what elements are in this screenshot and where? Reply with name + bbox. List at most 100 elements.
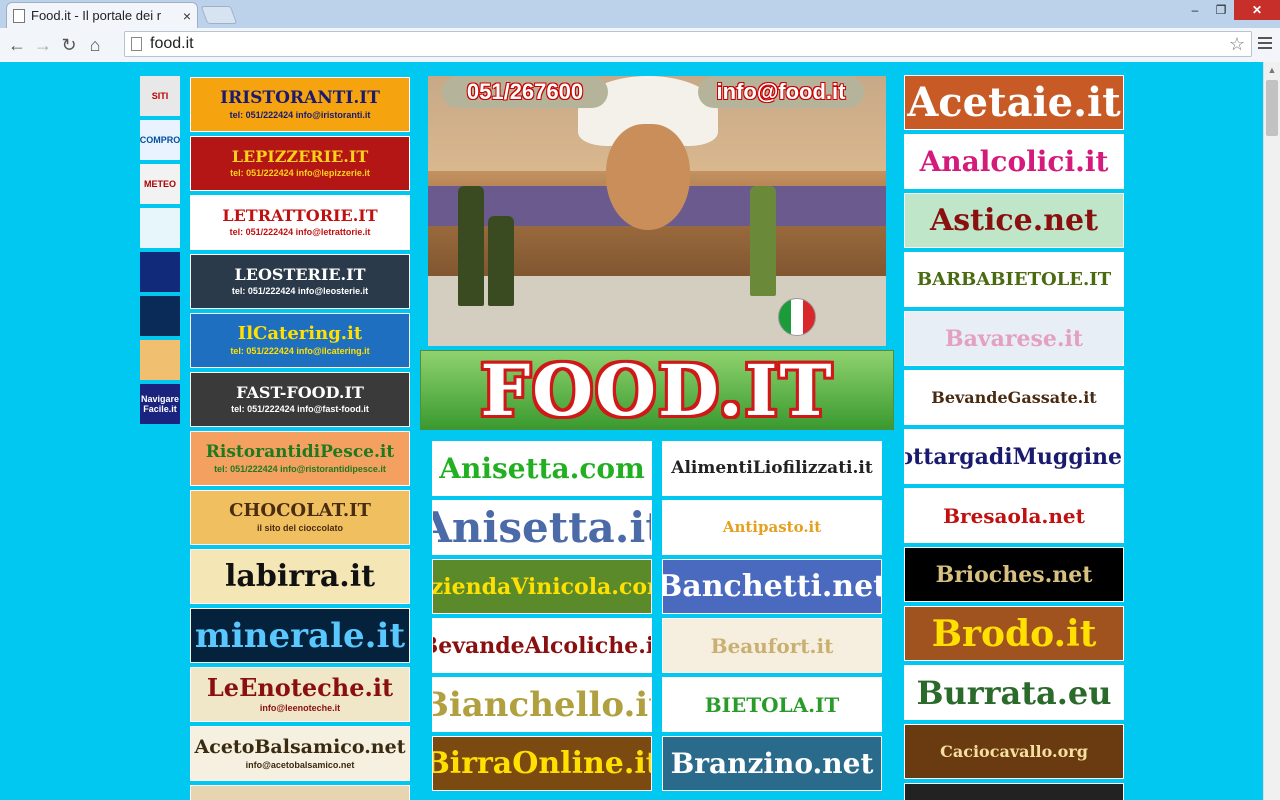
scrollbar-thumb[interactable]: [1266, 80, 1278, 136]
banner-lepizzerie[interactable]: LEPIZZERIE.IT tel: 051/222424 info@lepizz…: [190, 136, 410, 191]
banner-title: Antipasto.it: [722, 518, 822, 536]
banner-barbabietole[interactable]: BARBABIETOLE.IT: [904, 252, 1124, 307]
scroll-up-icon[interactable]: ▲: [1264, 62, 1280, 78]
banner-partial-right[interactable]: CACIOTTA.IT: [904, 783, 1124, 800]
banner-acetaie[interactable]: Acetaie.it: [904, 75, 1124, 130]
banner-aziendavinicola[interactable]: AziendaVinicola.com: [432, 559, 652, 614]
side-link-icon[interactable]: SITI: [140, 76, 180, 116]
banner-burrata[interactable]: Burrata.eu: [904, 665, 1124, 720]
banner-banchetti[interactable]: Banchetti.net: [662, 559, 882, 614]
banner-subtitle: info@leenoteche.it: [259, 703, 341, 713]
banner-subtitle: info@acetobalsamico.net: [245, 759, 355, 770]
banner-iristoranti[interactable]: IRISTORANTI.IT tel: 051/222424 info@irist…: [190, 77, 410, 132]
banner-title: AziendaVinicola.com: [432, 573, 651, 600]
back-icon[interactable]: ←: [4, 32, 30, 58]
side-link-icon[interactable]: [140, 252, 180, 292]
banner-title: Banchetti.net: [662, 568, 882, 604]
banner-title: Branzino.net: [670, 746, 874, 780]
menu-icon[interactable]: [1258, 37, 1272, 52]
banner-ristorantidipesce[interactable]: RistorantidiPesce.it tel: 051/222424 info…: [190, 431, 410, 486]
side-link-icon[interactable]: [140, 296, 180, 336]
banner-brodo[interactable]: Brodo.it: [904, 606, 1124, 661]
banner-acetobalsamico[interactable]: AcetoBalsamico.net info@acetobalsamico.ne…: [190, 726, 410, 781]
side-link-icon[interactable]: [140, 340, 180, 380]
banner-minerale[interactable]: minerale.it: [190, 608, 410, 663]
banner-subtitle: tel: 051/222424 info@lepizzerie.it: [230, 168, 370, 178]
browser-tab[interactable]: Food.it - Il portale dei r ×: [6, 2, 198, 28]
banner-branzino[interactable]: Branzino.net: [662, 736, 882, 791]
banner-astice[interactable]: Astice.net: [904, 193, 1124, 248]
banner-caciocavallo[interactable]: Caciocavallo.org: [904, 724, 1124, 779]
banner-bevandegassate[interactable]: BevandeGassate.it: [904, 370, 1124, 425]
tab-title: Food.it - Il portale dei r: [31, 8, 162, 23]
italian-flag-icon: [778, 298, 816, 336]
banner-brioches[interactable]: Brioches.net: [904, 547, 1124, 602]
banner-title: Analcolici.it: [919, 144, 1109, 178]
banner-title: minerale.it: [194, 615, 406, 656]
hero-chef-image: 051/267600 info@food.it: [428, 76, 886, 346]
reload-icon[interactable]: ↻: [56, 32, 82, 58]
side-link-icon[interactable]: [140, 208, 180, 248]
banner-title: CHOCOLAT.IT: [229, 500, 371, 521]
banner-chocolat[interactable]: CHOCOLAT.IT il sito del cioccolato: [190, 490, 410, 545]
banner-subtitle: tel: 051/222424 info@ristorantidipesce.i…: [214, 463, 386, 474]
banner-bottargadimuggine[interactable]: BottargadiMuggine.it: [904, 429, 1124, 484]
bookmark-star-icon[interactable]: ☆: [1229, 34, 1245, 55]
home-icon[interactable]: ⌂: [82, 32, 108, 58]
banner-bietola[interactable]: BIETOLA.IT: [662, 677, 882, 732]
side-link-icon[interactable]: Navigare Facile.it: [140, 384, 180, 424]
forward-icon[interactable]: →: [30, 32, 56, 58]
banner-alimentiliofilizzati[interactable]: AlimentiLiofilizzati.it: [662, 441, 882, 496]
tab-close-icon[interactable]: ×: [183, 8, 191, 24]
url-text[interactable]: food.it: [150, 35, 1229, 53]
food-it-logo[interactable]: FOOD.IT: [420, 348, 894, 432]
banner-anisetta-com[interactable]: Anisetta.com: [432, 441, 652, 496]
restore-button[interactable]: ❐: [1208, 0, 1234, 20]
banner-leenoteche[interactable]: LeEnoteche.it info@leenoteche.it: [190, 667, 410, 722]
banner-title: Bavarese.it: [944, 325, 1084, 352]
banner-title: FAST-FOOD.IT: [236, 383, 364, 402]
minimize-button[interactable]: –: [1182, 0, 1208, 20]
banner-bresaola[interactable]: Bresaola.net: [904, 488, 1124, 543]
side-icon-column: SITI COMPRO METEO Navigare Facile.it: [140, 76, 180, 428]
banner-title: Beaufort.it: [710, 633, 834, 658]
banner-bevandealcoliche[interactable]: BevandeAlcoliche.it: [432, 618, 652, 673]
window-close-button[interactable]: ✕: [1234, 0, 1280, 20]
banner-leosterie[interactable]: LEOSTERIE.IT tel: 051/222424 info@leoster…: [190, 254, 410, 309]
banner-title: Bianchello.it: [432, 684, 652, 725]
banner-antipasto[interactable]: Antipasto.it: [662, 500, 882, 555]
side-link-icon[interactable]: METEO: [140, 164, 180, 204]
address-bar[interactable]: food.it ☆: [124, 31, 1252, 57]
banner-partial[interactable]: Chocolat: [190, 785, 410, 800]
page-scrollbar[interactable]: ▲: [1263, 62, 1280, 800]
banner-title: BIETOLA.IT: [704, 692, 840, 717]
banner-bavarese[interactable]: Bavarese.it: [904, 311, 1124, 366]
banner-anisetta-it[interactable]: Anisetta.it: [432, 500, 652, 555]
banner-beaufort[interactable]: Beaufort.it: [662, 618, 882, 673]
banner-subtitle: tel: 051/222424 info@fast-food.it: [231, 404, 369, 414]
banner-analcolici[interactable]: Analcolici.it: [904, 134, 1124, 189]
banner-subtitle: tel: 051/222424 info@letrattorie.it: [229, 227, 371, 237]
banner-ilcatering[interactable]: IlCatering.it tel: 051/222424 info@ilcate…: [190, 313, 410, 368]
banner-birraonline[interactable]: BirraOnline.it: [432, 736, 652, 791]
banner-letrattorie[interactable]: LETRATTORIE.IT tel: 051/222424 info@letra…: [190, 195, 410, 250]
banner-title: RistorantidiPesce.it: [205, 441, 395, 462]
banner-labirra[interactable]: labirra.it: [190, 549, 410, 604]
banner-title: Acetaie.it: [907, 78, 1121, 126]
banner-fastfood[interactable]: FAST-FOOD.IT tel: 051/222424 info@fast-fo…: [190, 372, 410, 427]
banner-title: BARBABIETOLE.IT: [916, 268, 1112, 290]
banner-title: BevandeGassate.it: [931, 387, 1097, 407]
banner-title: IRISTORANTI.IT: [220, 87, 380, 108]
new-tab-button[interactable]: [200, 6, 238, 24]
banner-bianchello[interactable]: Bianchello.it: [432, 677, 652, 732]
banner-title: Anisetta.it: [432, 502, 651, 552]
side-link-icon[interactable]: COMPRO: [140, 120, 180, 160]
logo-text: FOOD.IT: [480, 348, 834, 432]
tab-bar: Food.it - Il portale dei r × – ❐ ✕: [0, 0, 1280, 28]
banner-title: BottargadiMuggine.it: [905, 443, 1123, 470]
email-badge[interactable]: info@food.it: [698, 76, 864, 108]
browser-toolbar: ← → ↻ ⌂ food.it ☆: [0, 28, 1280, 62]
banner-title: LETRATTORIE.IT: [222, 206, 378, 225]
banner-title: LeEnoteche.it: [206, 673, 394, 702]
phone-badge[interactable]: 051/267600: [442, 76, 608, 108]
